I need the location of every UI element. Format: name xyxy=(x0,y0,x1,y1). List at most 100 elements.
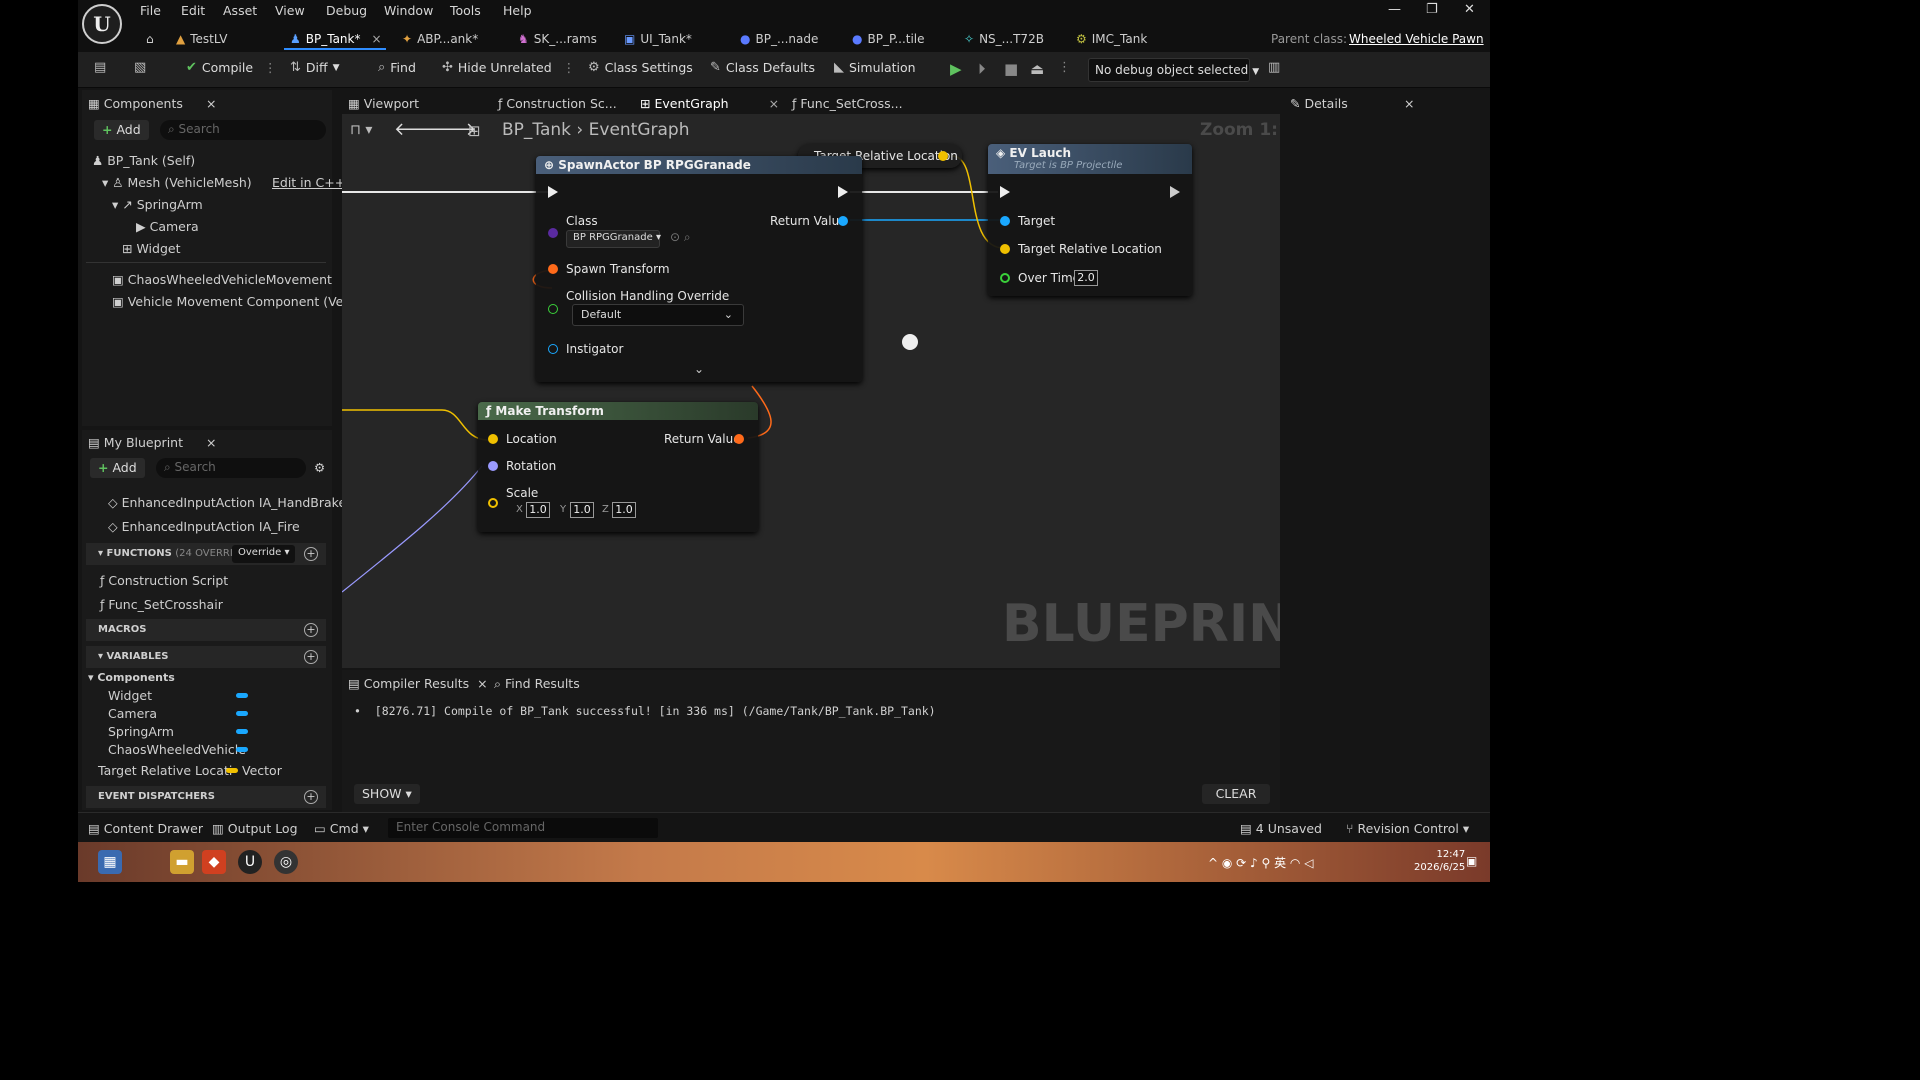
exec-input-pin[interactable] xyxy=(1000,186,1010,198)
menu-edit[interactable]: Edit xyxy=(181,3,205,18)
notification-icon[interactable]: ▣ xyxy=(1466,854,1477,868)
rotation-pin[interactable] xyxy=(488,461,498,471)
scale-pin[interactable] xyxy=(488,498,498,508)
var-widget[interactable]: Widget xyxy=(108,688,152,703)
output-log-button[interactable]: ▥ Output Log xyxy=(212,821,298,836)
doc-tab-testlv[interactable]: ▲ TestLV xyxy=(176,28,227,50)
over-time-input[interactable]: 2.0 xyxy=(1074,270,1098,286)
variables-components-group[interactable]: ▾ Components xyxy=(88,671,175,684)
close-window-icon[interactable]: ✕ xyxy=(1464,2,1475,17)
components-search-input[interactable]: ⌕ Search xyxy=(160,120,326,140)
close-tab-icon[interactable]: × xyxy=(372,32,382,46)
doc-tab-imc[interactable]: ⚙ IMC_Tank xyxy=(1076,28,1147,50)
doc-tab-bp-tank[interactable]: ♟ BP_Tank* × xyxy=(290,28,382,50)
breadcrumb-root[interactable]: BP_Tank xyxy=(502,120,571,140)
menu-file[interactable]: File xyxy=(140,3,161,18)
return-value-pin[interactable] xyxy=(838,216,848,226)
show-dropdown[interactable]: SHOW ▾ xyxy=(354,784,420,804)
find-results-tab[interactable]: ⌕ Find Results xyxy=(494,676,580,692)
find-button[interactable]: ⌕ Find xyxy=(378,60,416,75)
location-pin[interactable] xyxy=(488,434,498,444)
tree-item-widget[interactable]: ⊞ Widget xyxy=(122,241,180,256)
unreal-taskbar-icon[interactable]: U xyxy=(238,850,262,874)
class-input-pin[interactable] xyxy=(548,228,558,238)
close-tab-icon[interactable]: × xyxy=(769,96,779,111)
scale-z-input[interactable]: 1.0 xyxy=(612,502,636,518)
tree-item-mesh[interactable]: ▾ ♙ Mesh (VehicleMesh) xyxy=(102,175,252,190)
scale-y-input[interactable]: 1.0 xyxy=(570,502,594,518)
target-pin[interactable] xyxy=(1000,216,1010,226)
var-type-vector[interactable]: Vector xyxy=(242,763,282,778)
event-graph-canvas[interactable]: ⊓ ▾ 🡐 🡒 ⊞ BP_Tank › EventGraph Zoom 1:1 … xyxy=(342,114,1280,668)
collision-dropdown[interactable]: Default ⌄ xyxy=(572,304,744,326)
vector-output-pin[interactable] xyxy=(938,151,948,161)
parent-class-link[interactable]: Wheeled Vehicle Pawn xyxy=(1349,28,1484,50)
save-icon[interactable]: ▤ xyxy=(94,60,106,75)
my-blueprint-search-input[interactable]: ⌕ Search xyxy=(156,458,306,478)
edit-in-cpp-link[interactable]: Edit in C++ xyxy=(272,175,345,190)
tree-item-camera[interactable]: ▶ Camera xyxy=(136,219,199,234)
event-item-handbrake[interactable]: ◇ EnhancedInputAction IA_HandBrake xyxy=(108,495,346,510)
doc-tab-sk[interactable]: ♞ SK_...rams xyxy=(518,28,597,50)
restore-icon[interactable]: ❐ xyxy=(1426,2,1438,17)
instigator-pin[interactable] xyxy=(548,344,558,354)
menu-window[interactable]: Window xyxy=(384,3,433,18)
cmd-dropdown[interactable]: ▭ Cmd ▾ xyxy=(314,821,369,836)
bookmark-icon[interactable]: ⊓ ▾ xyxy=(350,122,372,138)
tree-item-springarm[interactable]: ▾ ↗ SpringArm xyxy=(112,197,203,212)
details-tab[interactable]: ✎ Details xyxy=(1290,96,1348,111)
add-member-button[interactable]: + Add xyxy=(90,458,145,478)
menu-debug[interactable]: Debug xyxy=(326,3,367,18)
tab-construction-script[interactable]: ƒ Construction Sc... xyxy=(498,96,617,111)
eject-icon[interactable]: ⏏ xyxy=(1030,60,1044,78)
debug-object-dropdown[interactable]: No debug object selected ▼ xyxy=(1088,58,1259,82)
var-springarm[interactable]: SpringArm xyxy=(108,724,174,739)
doc-tab-bp-nade[interactable]: ● BP_...nade xyxy=(740,28,818,50)
unreal-logo-icon[interactable]: U xyxy=(82,4,122,44)
components-tab[interactable]: ▦ Components xyxy=(88,96,183,111)
tree-item-chaos-movement[interactable]: ▣ ChaosWheeledVehicleMovement xyxy=(112,272,332,287)
compile-button[interactable]: ✔ Compile ⋮ xyxy=(186,60,277,75)
var-camera[interactable]: Camera xyxy=(108,706,157,721)
event-dispatchers-section-header[interactable]: EVENT DISPATCHERS xyxy=(86,786,326,808)
console-command-input[interactable]: Enter Console Command xyxy=(388,818,658,838)
browse-icon[interactable]: ▧ xyxy=(134,60,146,75)
clear-button[interactable]: CLEAR xyxy=(1202,784,1270,804)
spawn-transform-pin[interactable] xyxy=(548,264,558,274)
var-target-relative-location[interactable]: Target Relative Locati xyxy=(98,763,232,778)
my-blueprint-tab[interactable]: ▤ My Blueprint xyxy=(88,435,183,450)
play-icon[interactable]: ▶ xyxy=(950,60,962,78)
revision-control-button[interactable]: ⑂ Revision Control ▾ xyxy=(1346,821,1469,836)
compiler-results-tab[interactable]: ▤ Compiler Results × xyxy=(348,676,488,691)
tab-eventgraph[interactable]: ⊞ EventGraph × xyxy=(640,96,779,111)
hide-unrelated-button[interactable]: ✣ Hide Unrelated ⋮ xyxy=(442,60,575,75)
home-icon[interactable]: ⌂ xyxy=(146,28,154,50)
menu-view[interactable]: View xyxy=(275,3,305,18)
simulation-button[interactable]: ◣ Simulation xyxy=(834,60,916,75)
collision-pin[interactable] xyxy=(548,304,558,314)
add-component-button[interactable]: + Add xyxy=(94,120,149,140)
menu-tools[interactable]: Tools xyxy=(450,3,481,18)
var-chaos[interactable]: ChaosWheeledVehicle xyxy=(108,742,246,757)
doc-tab-bp-ptile[interactable]: ● BP_P...tile xyxy=(852,28,925,50)
return-value-pin[interactable] xyxy=(734,434,744,444)
add-macro-icon[interactable]: + xyxy=(304,623,318,637)
class-dropdown[interactable]: BP RPGGranade ▾ xyxy=(566,230,661,248)
clock[interactable]: 12:47 2026/6/25 xyxy=(1414,848,1465,874)
function-item-construction[interactable]: ƒ Construction Script xyxy=(100,573,228,588)
class-settings-button[interactable]: ⚙ Class Settings xyxy=(588,60,693,75)
menu-help[interactable]: Help xyxy=(503,3,532,18)
tab-viewport[interactable]: ▦ Viewport xyxy=(348,96,419,111)
browser-icon[interactable]: ◆ xyxy=(202,850,226,874)
event-item-fire[interactable]: ◇ EnhancedInputAction IA_Fire xyxy=(108,519,300,534)
close-panel-icon[interactable]: × xyxy=(1404,96,1414,111)
tab-func-setcrosshair[interactable]: ƒ Func_SetCross... xyxy=(792,96,903,111)
add-dispatcher-icon[interactable]: + xyxy=(304,790,318,804)
variables-section-header[interactable]: ▾ VARIABLES xyxy=(86,646,326,668)
exec-output-pin[interactable] xyxy=(838,186,848,198)
settings-gear-icon[interactable]: ⚙ xyxy=(314,460,325,475)
tray-icons[interactable]: ^ ◉ ⟳ ♪ ⚲ 英 ◠ ◁ xyxy=(1208,854,1313,871)
over-time-pin[interactable] xyxy=(1000,273,1010,283)
make-transform-node[interactable]: ƒ Make Transform Location Return Value R… xyxy=(478,402,758,532)
exec-output-pin[interactable] xyxy=(1170,186,1180,198)
